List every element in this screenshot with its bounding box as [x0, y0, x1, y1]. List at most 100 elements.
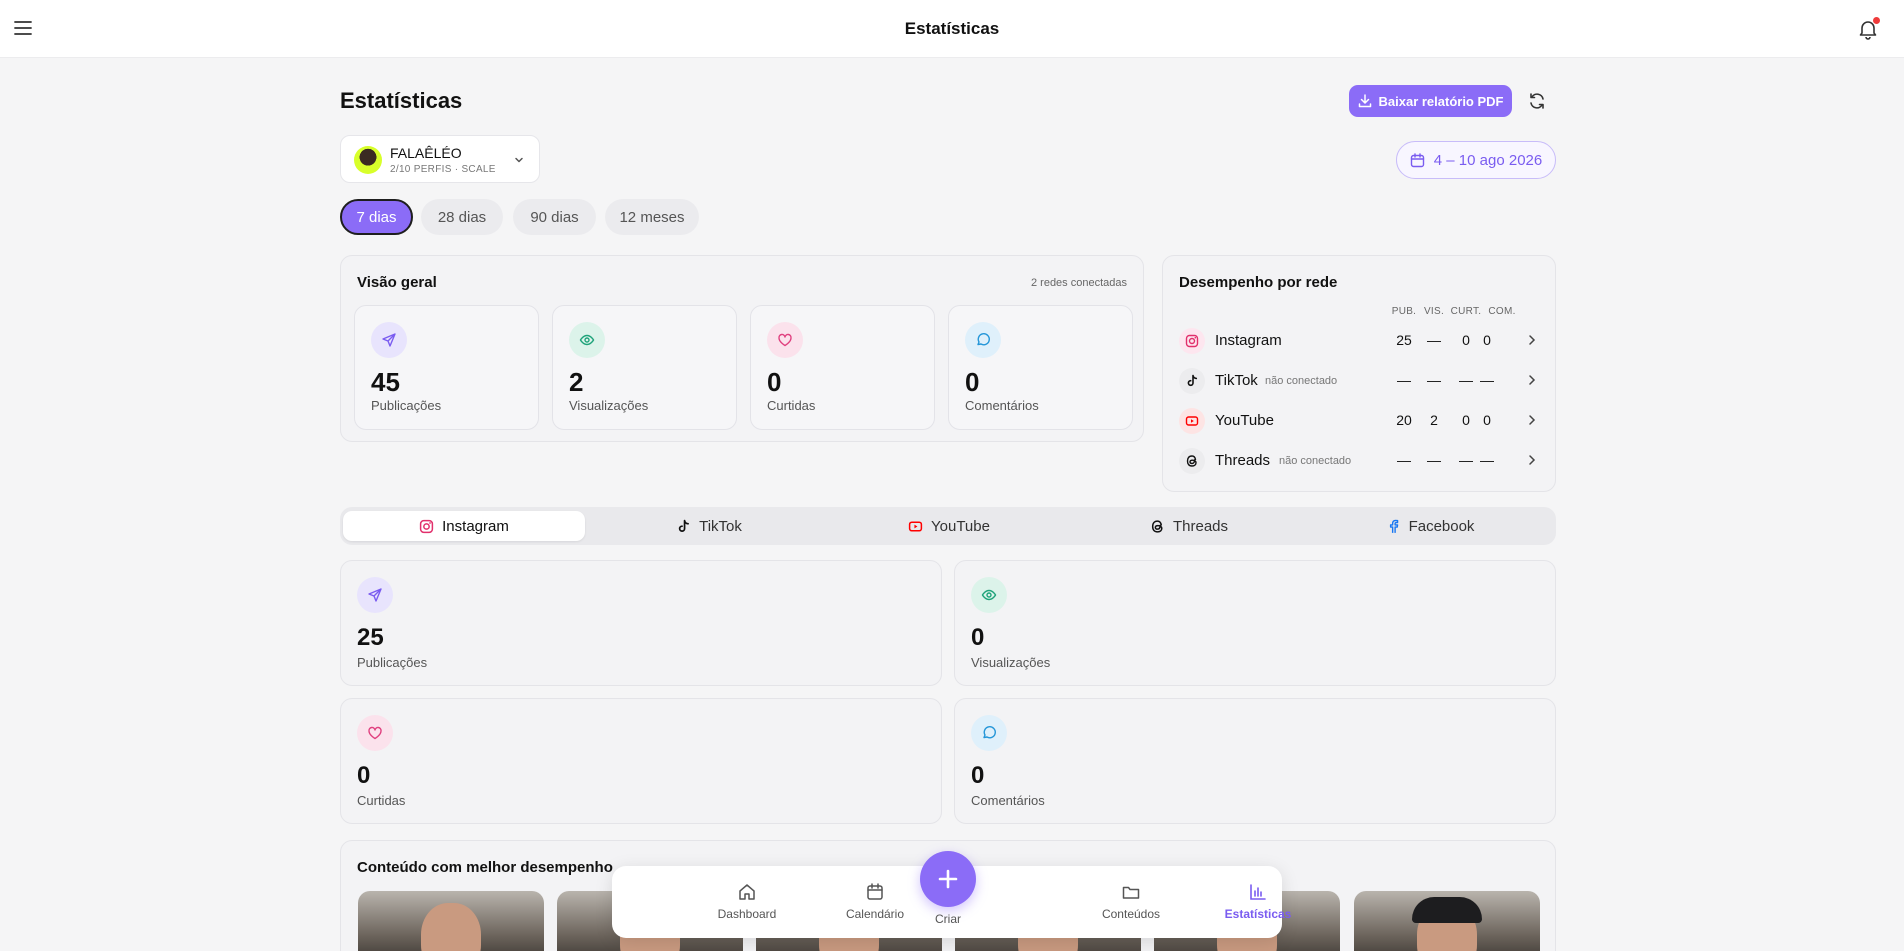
metric-value: 0 — [965, 367, 980, 397]
threads-icon — [1179, 448, 1205, 474]
metric-views: 2 Visualizações — [552, 305, 737, 430]
date-range-button[interactable]: 4 – 10 ago 2026 — [1396, 141, 1556, 179]
facebook-icon — [1389, 519, 1398, 533]
nav-label: Calendário — [845, 907, 905, 921]
chevron-right-icon — [1529, 455, 1536, 465]
notification-bell-icon[interactable] — [1856, 17, 1880, 41]
comment-icon — [965, 322, 1001, 358]
create-button[interactable] — [920, 851, 976, 907]
nav-dashboard[interactable]: Dashboard — [692, 882, 802, 926]
metric-value: 0 — [767, 367, 782, 397]
header-title: Estatísticas — [904, 19, 1000, 38]
nav-label: Dashboard — [717, 907, 777, 921]
metric-likes: 0 Curtidas — [750, 305, 935, 430]
nav-calendar[interactable]: Calendário — [820, 882, 930, 926]
column-header-com: COM. — [1488, 306, 1516, 317]
folder-icon — [1122, 886, 1140, 899]
chevron-right-icon — [1529, 415, 1536, 425]
network-performance-card: Desempenho por rede PUB. VIS. CURT. COM.… — [1162, 255, 1556, 492]
detail-likes-card: 0 Curtidas — [340, 698, 942, 824]
period-7-days[interactable]: 7 dias — [340, 199, 413, 235]
overview-title: Visão geral — [357, 274, 437, 291]
refresh-icon[interactable] — [1525, 89, 1549, 113]
metric-value: 2 — [569, 367, 584, 397]
tab-threads[interactable]: Threads — [1069, 511, 1309, 541]
threads-icon — [1151, 519, 1163, 533]
detail-label: Comentários — [971, 793, 1045, 808]
network-row-youtube[interactable]: YouTube 20 2 0 0 — [1179, 406, 1539, 436]
detail-label: Publicações — [357, 655, 428, 670]
network-performance-title: Desempenho por rede — [1179, 274, 1338, 291]
chevron-right-icon — [1529, 335, 1536, 345]
network-cell: — — [1397, 372, 1411, 388]
download-pdf-button[interactable]: Baixar relatório PDF — [1349, 85, 1512, 117]
instagram-icon — [1179, 328, 1205, 354]
period-28-days[interactable]: 28 dias — [421, 199, 503, 235]
connected-networks-count: 2 redes conectadas — [1030, 277, 1127, 289]
network-cell: — — [1480, 372, 1494, 388]
tab-label: Threads — [1172, 517, 1229, 535]
heart-icon — [767, 322, 803, 358]
tab-tiktok[interactable]: TikTok — [589, 511, 829, 541]
tab-instagram[interactable]: Instagram — [343, 511, 585, 541]
profile-plan: 2/10 PERFIS · SCALE — [390, 164, 496, 175]
network-row-instagram[interactable]: Instagram 25 — 0 0 — [1179, 326, 1539, 356]
metric-label: Curtidas — [767, 398, 816, 413]
instagram-icon — [419, 519, 434, 533]
detail-value: 25 — [357, 624, 384, 651]
network-name: TikTok — [1215, 372, 1258, 389]
send-icon — [357, 577, 393, 613]
calendar-icon — [1410, 152, 1424, 167]
nav-label: Estatísticas — [1224, 907, 1292, 921]
overview-card: Visão geral 2 redes conectadas 45 Public… — [340, 255, 1144, 442]
content-thumbnail[interactable] — [1354, 891, 1540, 951]
detail-publications-card: 25 Publicações — [340, 560, 942, 686]
tab-label: YouTube — [931, 517, 990, 535]
network-row-tiktok[interactable]: TikTok não conectado — — — — — [1179, 366, 1539, 396]
tab-youtube[interactable]: YouTube — [829, 511, 1069, 541]
profile-name: FALAÊLÉO — [390, 145, 462, 161]
metric-value: 45 — [371, 367, 400, 397]
date-range-label: 4 – 10 ago 2026 — [1433, 151, 1543, 169]
network-row-threads[interactable]: Threads não conectado — — — — — [1179, 446, 1539, 476]
column-header-curt: CURT. — [1450, 306, 1482, 317]
period-12-months[interactable]: 12 meses — [605, 199, 699, 235]
nav-label: Conteúdos — [1101, 907, 1161, 921]
metric-label: Visualizações — [569, 398, 649, 413]
download-pdf-label: Baixar relatório PDF — [1378, 93, 1504, 109]
page-title: Estatísticas — [340, 88, 463, 113]
network-cell: — — [1397, 452, 1411, 468]
detail-label: Curtidas — [357, 793, 406, 808]
detail-value: 0 — [357, 762, 371, 789]
period-90-days[interactable]: 90 dias — [513, 199, 596, 235]
heart-icon — [357, 715, 393, 751]
network-status: não conectado — [1279, 455, 1352, 467]
network-name: Threads — [1215, 452, 1271, 469]
create-label: Criar — [935, 912, 961, 926]
tiktok-icon — [1179, 368, 1205, 394]
detail-label: Visualizações — [971, 655, 1051, 670]
network-cell: 20 — [1396, 412, 1412, 428]
network-tabs: Instagram TikTok YouTube Threads Faceboo… — [340, 507, 1556, 545]
column-header-vis: VIS. — [1423, 306, 1445, 317]
youtube-icon — [908, 520, 923, 532]
download-icon — [1358, 94, 1371, 108]
nav-statistics[interactable]: Estatísticas — [1203, 882, 1313, 926]
network-cell: — — [1480, 452, 1494, 468]
tab-facebook[interactable]: Facebook — [1309, 511, 1551, 541]
content-thumbnail[interactable] — [358, 891, 544, 951]
send-icon — [371, 322, 407, 358]
detail-value: 0 — [971, 624, 985, 651]
network-status: não conectado — [1265, 375, 1338, 387]
network-cell: — — [1427, 452, 1441, 468]
eye-icon — [569, 322, 605, 358]
nav-contents[interactable]: Conteúdos — [1076, 882, 1186, 926]
notification-dot — [1873, 17, 1880, 24]
metric-comments: 0 Comentários — [948, 305, 1133, 430]
profile-selector[interactable]: FALAÊLÉO 2/10 PERFIS · SCALE — [340, 135, 540, 183]
avatar — [354, 146, 382, 174]
metric-label: Publicações — [371, 398, 442, 413]
detail-views-card: 0 Visualizações — [954, 560, 1556, 686]
metric-label: Comentários — [965, 398, 1039, 413]
top-bar: Estatísticas — [0, 0, 1904, 58]
